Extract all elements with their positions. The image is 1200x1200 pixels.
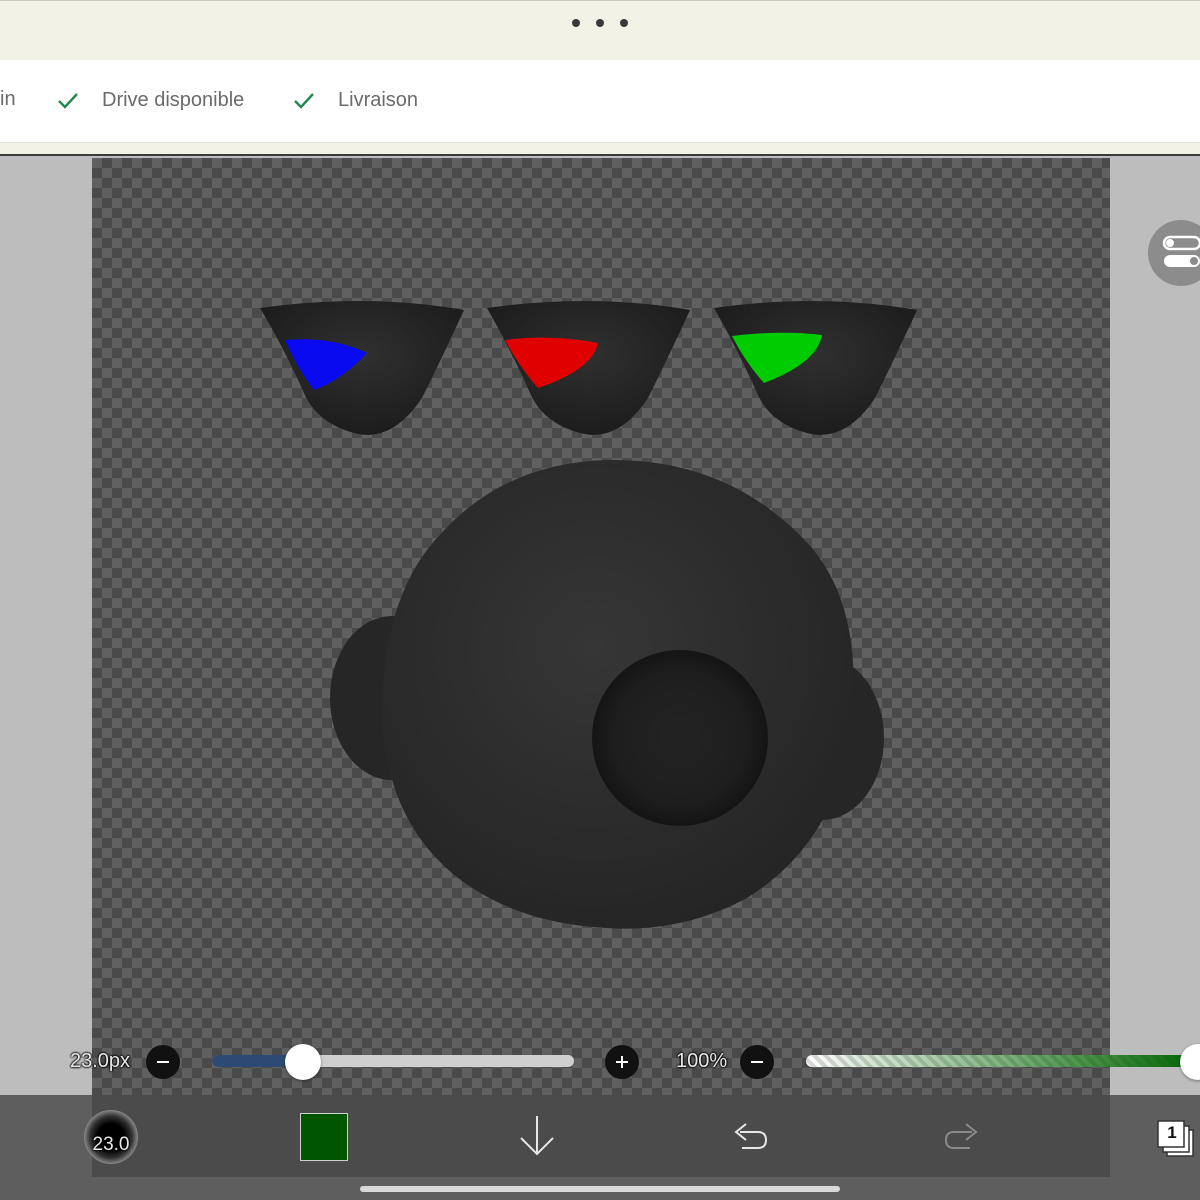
opacity-decrease-button[interactable] [740, 1045, 774, 1079]
drawing-canvas[interactable] [92, 158, 1110, 1176]
canvas-artwork [260, 300, 917, 929]
size-increase-button[interactable] [605, 1045, 639, 1079]
opacity-thumb[interactable] [1180, 1044, 1200, 1080]
minus-icon [157, 1061, 169, 1063]
feature-label-drive: Drive disponible [102, 88, 245, 111]
eye-cup-blue [260, 300, 464, 435]
more-dots-icon[interactable] [572, 13, 628, 33]
brush-size-label: 23.0px [70, 1050, 131, 1072]
opacity-label: 100% [676, 1050, 728, 1072]
webpage-features-row: in Drive disponible Livraison [0, 60, 1200, 143]
home-indicator [360, 1186, 840, 1192]
brush-size-slider[interactable] [212, 1055, 574, 1067]
plus-icon [616, 1056, 628, 1068]
arrow-down-icon[interactable] [516, 1112, 558, 1160]
feature-drive: Drive disponible [56, 88, 244, 112]
check-icon [58, 93, 78, 109]
layers-count: 1 [1167, 1123, 1177, 1142]
undo-icon[interactable] [728, 1112, 772, 1160]
redo-icon[interactable] [940, 1112, 984, 1160]
color-swatch-button[interactable] [300, 1113, 348, 1161]
feature-label-cut: in [0, 88, 16, 110]
eye-cup-red [487, 300, 690, 435]
feature-label-livraison: Livraison [338, 88, 419, 111]
size-decrease-button[interactable] [146, 1045, 180, 1079]
feature-livraison: Livraison [292, 88, 418, 112]
toggle-switches-icon [1162, 235, 1200, 267]
minus-icon [751, 1061, 763, 1063]
bottom-toolbar [0, 1095, 1200, 1200]
head-sphere [330, 459, 884, 929]
browser-top-bar [0, 0, 1200, 60]
opacity-slider[interactable] [806, 1055, 1200, 1067]
check-icon [294, 93, 314, 109]
eye-cup-green [714, 300, 917, 435]
webpage-divider [0, 143, 1200, 156]
panel-toggle-button[interactable] [1148, 220, 1200, 286]
brush-size-value: 23.0 [92, 1134, 130, 1155]
brush-size-thumb[interactable] [284, 1044, 321, 1080]
